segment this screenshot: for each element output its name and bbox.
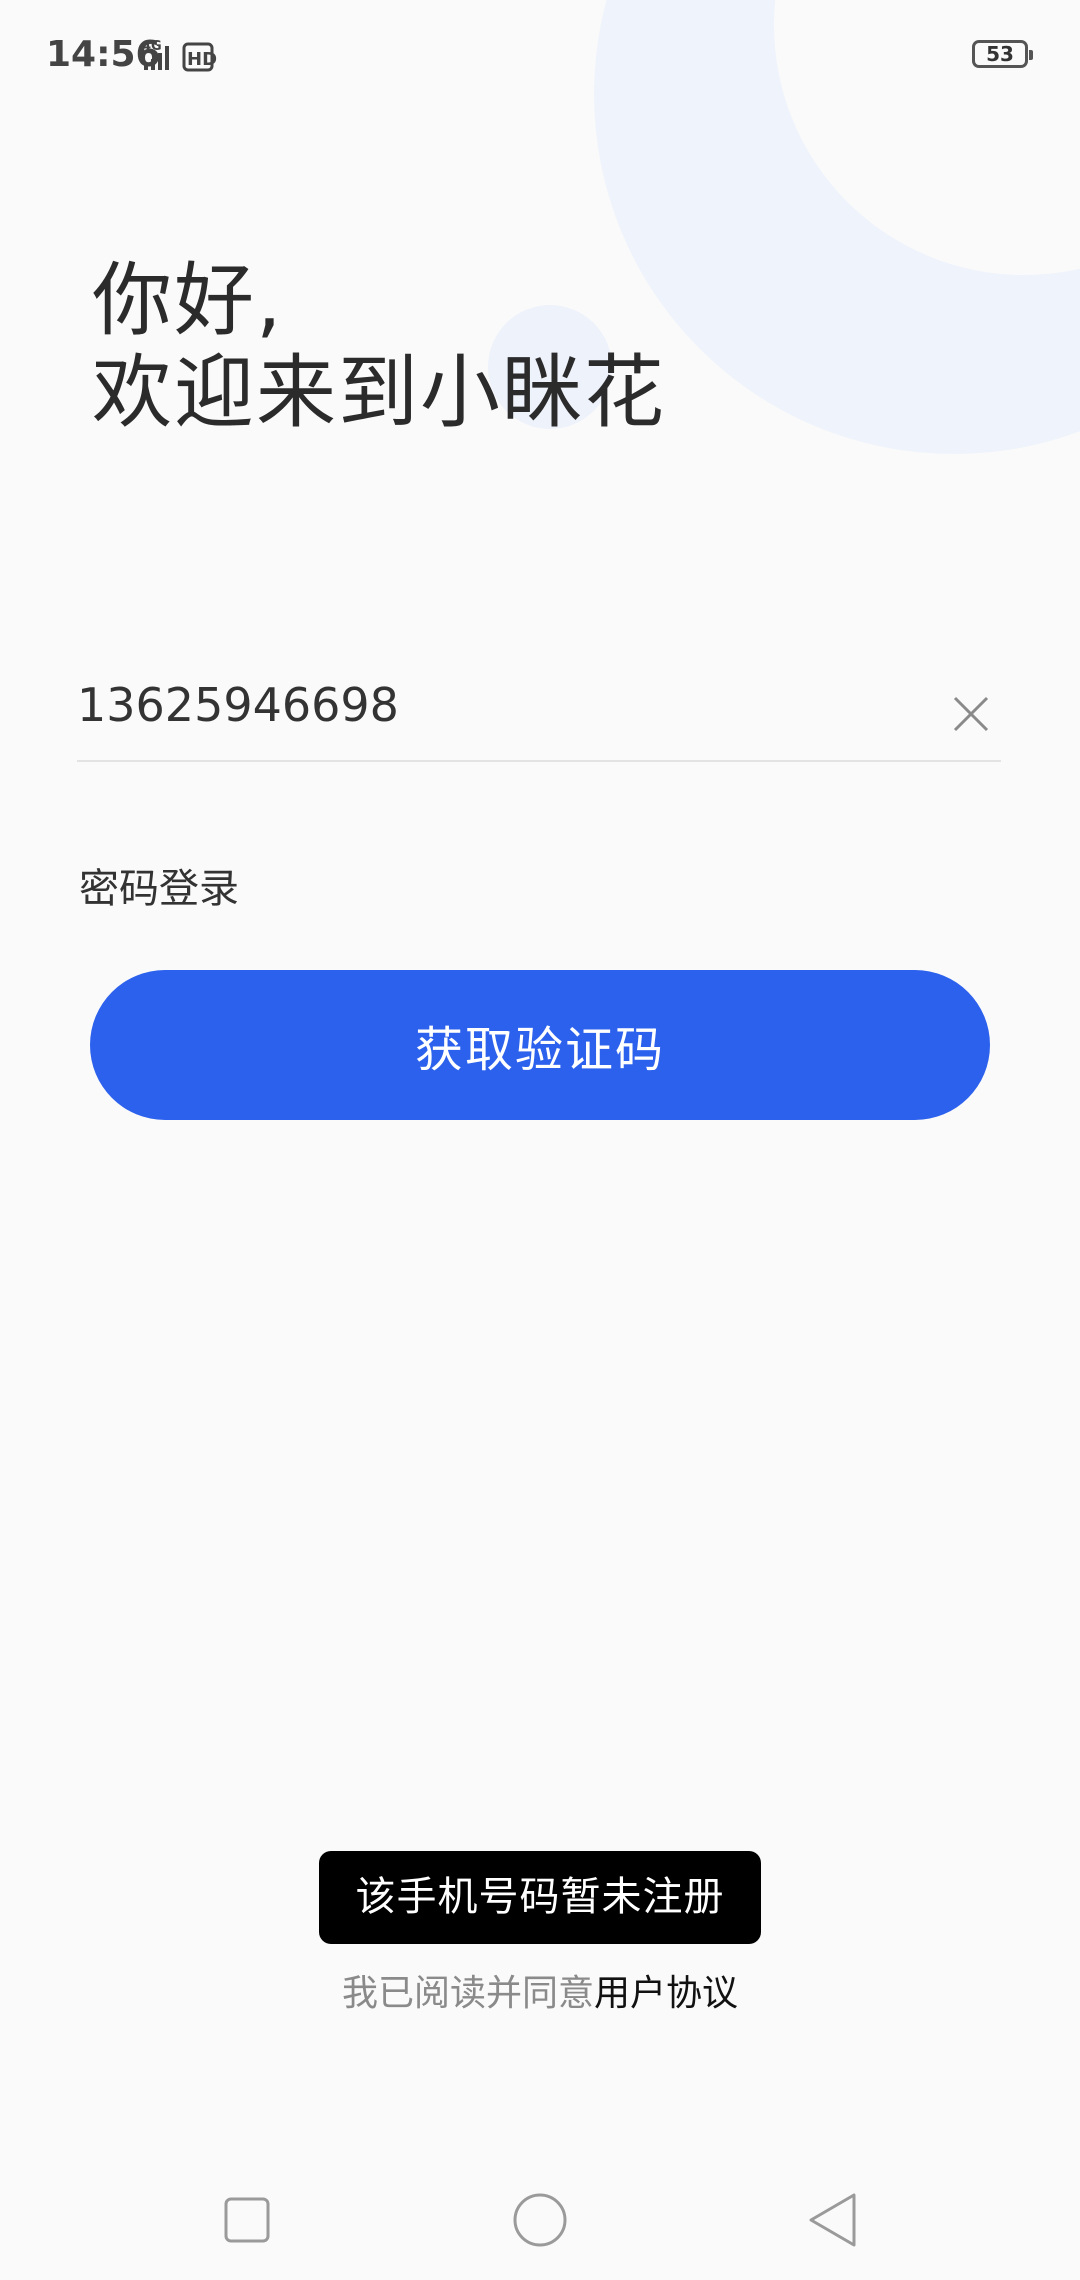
signal-icon: 4G HD	[142, 39, 217, 72]
circle-icon[interactable]	[500, 2180, 580, 2260]
close-icon[interactable]	[941, 684, 1001, 744]
square-icon[interactable]	[206, 2180, 286, 2260]
agreement-row: 我已阅读并同意用户协议	[0, 1964, 1080, 2024]
agreement-text: 我已阅读并同意	[341, 1973, 594, 2014]
greeting-title: 你好, 欢迎来到小眯花	[92, 255, 666, 439]
phone-field-row	[77, 640, 1001, 762]
get-verification-code-button[interactable]: 获取验证码	[90, 970, 990, 1120]
user-agreement-link[interactable]: 用户协议	[594, 1973, 738, 2014]
svg-text:HD: HD	[187, 49, 217, 70]
triangle-back-icon[interactable]	[794, 2180, 874, 2260]
battery-icon: 53	[972, 40, 1033, 68]
svg-text:4G: 4G	[142, 39, 162, 54]
password-login-link[interactable]: 密码登录	[79, 856, 239, 914]
login-screen: 14:56 4G HD 53 你好, 欢迎来到小眯花 密码登录 获取验证码 该手…	[0, 0, 1080, 2280]
phone-input[interactable]	[77, 670, 897, 740]
greeting-line-1: 你好,	[92, 254, 284, 347]
toast-message: 该手机号码暂未注册	[319, 1851, 761, 1944]
greeting-line-2: 欢迎来到小眯花	[92, 346, 666, 439]
status-bar: 14:56 4G HD 53	[0, 0, 1080, 110]
navigation-bar	[0, 2150, 1080, 2280]
